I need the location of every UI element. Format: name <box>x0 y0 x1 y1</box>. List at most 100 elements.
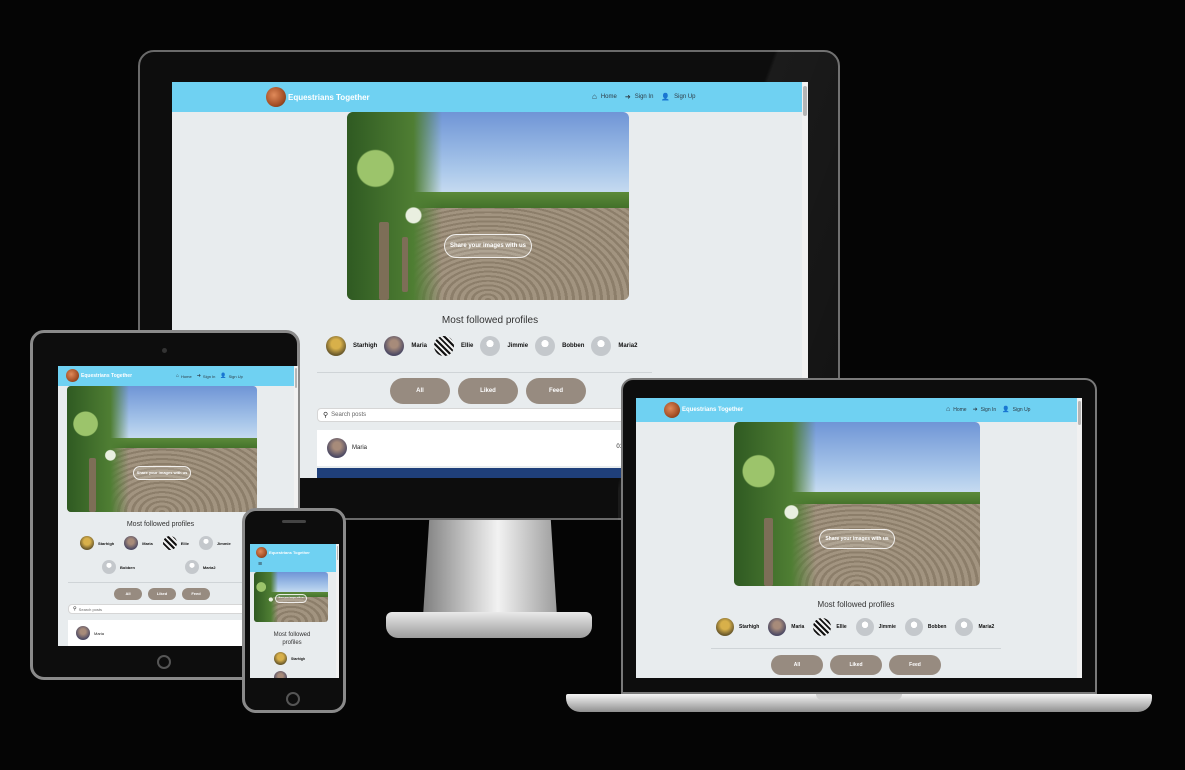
avatar <box>274 652 287 665</box>
carousel[interactable]: ‹ › Share your images with us <box>347 112 629 300</box>
brand[interactable]: Equestrians Together <box>256 547 310 558</box>
carousel[interactable]: Share your images with us <box>67 386 257 512</box>
laptop-screen: Equestrians Together ⌂ Home ➜ Sign In 👤 Sig… <box>636 398 1082 678</box>
filter-all-button[interactable]: All <box>390 378 450 404</box>
profile-maria[interactable]: Maria <box>384 336 427 356</box>
scrollbar[interactable] <box>1077 398 1082 678</box>
avatar <box>904 618 923 636</box>
profile-maria2[interactable]: Maria2 <box>955 618 994 636</box>
tablet-home-button[interactable] <box>157 655 171 669</box>
brand[interactable]: Equestrians Together <box>664 402 743 418</box>
nav-sign-up-link[interactable]: 👤 Sign Up <box>220 373 242 379</box>
filter-liked-button[interactable]: Liked <box>148 588 176 600</box>
profiles-row: Starhigh Maria Ellie Jimmie Bobben Maria… <box>326 336 637 356</box>
profile-starhigh[interactable]: Starhigh <box>80 536 114 550</box>
avatar <box>768 618 787 636</box>
divider <box>317 372 652 373</box>
search-icon: ⚲ <box>323 412 329 419</box>
divider <box>711 648 1001 649</box>
avatar <box>80 536 94 550</box>
share-images-button[interactable]: Share your images with us <box>275 594 307 603</box>
nav-sign-in-link[interactable]: ➜ Sign In <box>972 406 997 414</box>
nav-sign-in-link[interactable]: ➜ Sign In <box>625 93 654 101</box>
horse-logo-icon <box>664 402 680 418</box>
carousel[interactable]: ‹ › Share your images with us <box>734 422 980 586</box>
horse-logo-icon <box>256 547 267 558</box>
brand[interactable]: Equestrians Together <box>66 369 132 382</box>
horse-logo-icon <box>266 87 286 107</box>
avatar <box>384 336 405 356</box>
nav-sign-in-link[interactable]: ➜ Sign In <box>197 373 216 379</box>
share-images-button[interactable]: Share your images with us <box>819 529 895 549</box>
carousel[interactable]: Share your images with us <box>254 572 328 622</box>
arena-photo <box>347 112 629 300</box>
nav-home-link[interactable]: ⌂ Home <box>592 92 617 101</box>
avatar <box>326 336 346 356</box>
profile-ellie[interactable]: Ellie <box>434 336 473 356</box>
filter-feed-button[interactable]: Feed <box>889 655 941 675</box>
profile-ellie[interactable]: Ellie <box>813 618 847 636</box>
brand-name: Equestrians Together <box>81 372 133 379</box>
phone-screen: Equestrians Together ≡ Share your images… <box>250 544 339 678</box>
user-plus-icon: 👤 <box>220 373 227 379</box>
avatar <box>274 671 287 678</box>
post-author: Maria <box>94 630 105 636</box>
tablet-camera <box>162 348 167 353</box>
share-images-button[interactable]: Share your images with us <box>444 234 532 258</box>
brand-name: Equestrians Together <box>288 92 370 102</box>
avatar <box>198 536 213 550</box>
profile-bobben[interactable]: Bobben <box>102 560 135 574</box>
nav-sign-up-link[interactable]: 👤 Sign Up <box>1002 406 1030 414</box>
most-followed-title-line-2: profiles <box>282 640 302 646</box>
user-plus-icon: 👤 <box>1002 407 1010 413</box>
brand[interactable]: Equestrians Together <box>266 87 370 107</box>
profile-maria2[interactable]: Maria2 <box>184 560 216 574</box>
profile-jimmie[interactable]: Jimmie <box>480 336 528 356</box>
nav-sign-up-link[interactable]: 👤 Sign Up <box>661 93 695 101</box>
profile-jimmie[interactable]: Jimmie <box>855 618 896 636</box>
profile-maria[interactable]: Maria <box>768 618 804 636</box>
nav-links: ⌂ Home ➜ Sign In 👤 Sign Up <box>176 373 243 379</box>
profile-starhigh[interactable]: Starhigh <box>274 652 305 665</box>
avatar <box>480 336 501 356</box>
hamburger-icon[interactable]: ≡ <box>258 561 262 568</box>
profile-starhigh[interactable]: Starhigh <box>716 618 759 636</box>
scrollbar[interactable] <box>336 544 339 678</box>
phone-speaker <box>282 520 306 523</box>
navbar: Equestrians Together ⌂ Home ➜ Sign In 👤 Sig… <box>636 398 1082 422</box>
profile-maria[interactable] <box>274 671 287 678</box>
brand-name: Equestrians Together <box>682 407 744 413</box>
profile-maria2[interactable]: Maria2 <box>591 336 637 356</box>
phone: Equestrians Together ≡ Share your images… <box>242 508 346 713</box>
share-images-button[interactable]: Share your images with us <box>133 466 191 480</box>
avatar <box>535 336 556 356</box>
most-followed-title: Most followed profiles <box>126 521 195 528</box>
search-icon: ⚲ <box>73 606 77 612</box>
nav-home-link[interactable]: ⌂ Home <box>946 406 967 413</box>
nav-home-link[interactable]: ⌂ Home <box>176 373 192 379</box>
profiles-row: Starhigh <box>274 652 305 665</box>
search-input[interactable]: ⚲ Search posts <box>68 604 268 614</box>
most-followed-title-line-1: Most followed <box>273 632 311 638</box>
filter-all-button[interactable]: All <box>114 588 142 600</box>
filter-liked-button[interactable]: Liked <box>830 655 882 675</box>
filter-liked-button[interactable]: Liked <box>458 378 518 404</box>
avatar <box>716 618 734 636</box>
filter-pills: All Liked Feed <box>390 378 586 404</box>
avatar <box>813 618 832 636</box>
profile-starhigh[interactable]: Starhigh <box>326 336 377 356</box>
filter-all-button[interactable]: All <box>771 655 823 675</box>
brand-name: Equestrians Together <box>269 550 310 555</box>
profile-maria[interactable]: Maria <box>124 536 153 550</box>
avatar <box>591 336 612 356</box>
home-icon: ⌂ <box>946 406 951 413</box>
profile-bobben[interactable]: Bobben <box>535 336 584 356</box>
profile-jimmie[interactable]: Jimmie <box>198 536 231 550</box>
sign-in-icon: ➜ <box>972 407 978 413</box>
profile-bobben[interactable]: Bobben <box>904 618 946 636</box>
avatar <box>76 626 90 640</box>
phone-home-button[interactable] <box>286 692 300 706</box>
profile-ellie[interactable]: Ellie <box>162 536 189 550</box>
filter-pills: All Liked Feed <box>114 588 210 600</box>
filter-feed-button[interactable]: Feed <box>182 588 210 600</box>
